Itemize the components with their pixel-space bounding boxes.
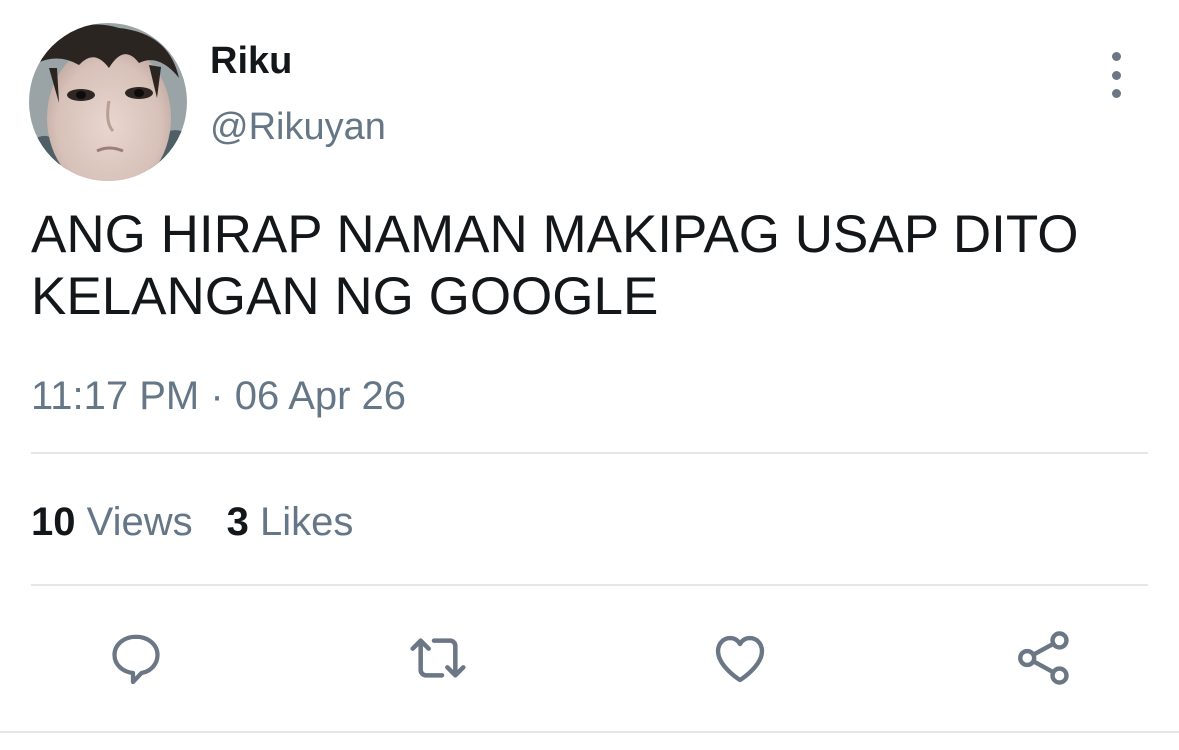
share-icon	[1018, 631, 1069, 685]
tweet-text-line: ANG HIRAP NAMAN MAKIPAG USAP DITO	[31, 205, 1079, 264]
like-button[interactable]	[708, 626, 772, 690]
tweet-text: ANG HIRAP NAMAN MAKIPAG USAP DITO KELANG…	[31, 204, 1141, 328]
divider	[31, 584, 1148, 586]
retweet-icon	[410, 638, 466, 678]
timestamp[interactable]: 11:17 PM · 06 Apr 26	[31, 372, 406, 420]
likes-count: 3	[226, 500, 249, 544]
share-button[interactable]	[1012, 626, 1076, 690]
display-name[interactable]: Riku	[210, 38, 292, 84]
tweet-card: Riku @Rikuyan ANG HIRAP NAMAN MAKIPAG US…	[0, 0, 1179, 750]
views-count: 10	[31, 500, 76, 544]
more-vertical-icon	[1111, 52, 1121, 61]
divider	[0, 731, 1179, 733]
reply-button[interactable]	[104, 626, 168, 690]
tweet-text-line: KELANGAN NG GOOGLE	[31, 267, 659, 326]
avatar[interactable]	[29, 23, 187, 181]
views-label: Views	[86, 500, 193, 544]
more-options-button[interactable]	[1096, 52, 1136, 98]
reply-bubble-icon	[112, 634, 160, 685]
likes-label: Likes	[259, 500, 354, 544]
divider	[31, 452, 1148, 454]
views-stat[interactable]: 10 Views	[31, 500, 193, 544]
likes-stat[interactable]: 3 Likes	[227, 500, 354, 544]
retweet-button[interactable]	[406, 626, 470, 690]
heart-icon	[715, 635, 765, 683]
tweet-stats: 10 Views 3 Likes	[31, 498, 387, 546]
user-handle[interactable]: @Rikuyan	[210, 104, 386, 150]
